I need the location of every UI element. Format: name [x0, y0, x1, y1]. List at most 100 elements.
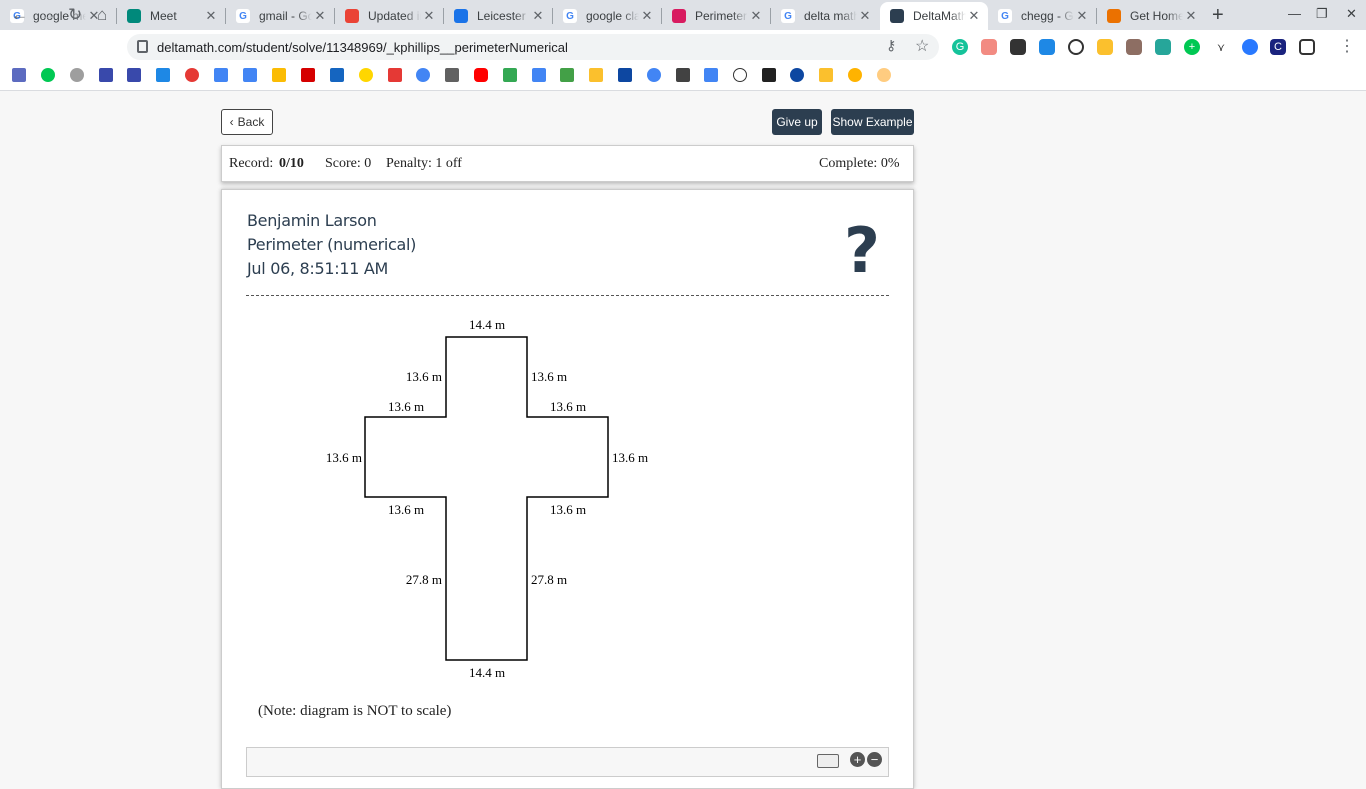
key-icon[interactable]: ⚷	[886, 37, 896, 54]
bookmark-icon[interactable]	[733, 68, 747, 82]
bookmark-icon[interactable]	[589, 68, 603, 82]
browser-tab[interactable]: Ggmail - Go ✕	[226, 2, 334, 30]
browser-tab[interactable]: Leicester P✕	[444, 2, 552, 30]
complete-text: Complete: 0%	[819, 156, 900, 171]
bookmark-icon[interactable]	[359, 68, 373, 82]
extension-icon[interactable]	[1039, 39, 1055, 55]
bookmark-icon[interactable]	[877, 68, 891, 82]
tab-close-icon[interactable]: ✕	[203, 8, 219, 24]
side-label-top: 14.4 m	[469, 317, 505, 332]
zoom-in-icon[interactable]: +	[850, 752, 865, 767]
extension-icon[interactable]	[981, 39, 997, 55]
url-text[interactable]: deltamath.com/student/solve/11348969/_kp…	[157, 40, 568, 55]
bookmark-icon[interactable]	[41, 68, 55, 82]
back-button[interactable]: ‹ Back	[221, 109, 273, 135]
browser-tab[interactable]: DeltaMath ✕	[880, 2, 988, 30]
bookmark-icon[interactable]	[819, 68, 833, 82]
bookmark-icon[interactable]	[185, 68, 199, 82]
bookmark-icon[interactable]	[503, 68, 517, 82]
extension-icon[interactable]	[1126, 39, 1142, 55]
problem-topic: Perimeter (numerical)	[247, 235, 417, 254]
close-window-icon[interactable]: ✕	[1346, 6, 1357, 22]
browser-tab[interactable]: Ggoogle cla ✕	[553, 2, 661, 30]
browser-tab[interactable]: Meet ✕	[117, 2, 225, 30]
extension-icon[interactable]	[1010, 39, 1026, 55]
side-label-arm-left: 13.6 m	[326, 450, 362, 465]
tab-close-icon[interactable]: ✕	[639, 8, 655, 24]
help-question-icon[interactable]: ?	[844, 214, 880, 287]
keyboard-icon[interactable]	[817, 754, 839, 768]
bookmark-icon[interactable]	[214, 68, 228, 82]
tab-close-icon[interactable]: ✕	[857, 8, 873, 24]
chegg-icon	[1107, 9, 1121, 23]
browser-tab[interactable]: Gchegg - Go✕	[988, 2, 1096, 30]
home-icon[interactable]: ⌂	[97, 5, 107, 25]
browser-tab[interactable]: Gdelta math ✕	[771, 2, 879, 30]
menu-icon[interactable]: ⋮	[1339, 36, 1355, 56]
forward-arrow-icon[interactable]: →	[39, 5, 56, 25]
bookmark-icon[interactable]	[647, 68, 661, 82]
tab-title: chegg - Go	[1021, 9, 1074, 23]
extension-icon[interactable]: C	[1270, 39, 1286, 55]
page-info-icon[interactable]	[137, 40, 148, 53]
bookmark-icon[interactable]	[301, 68, 315, 82]
bookmark-icon[interactable]	[532, 68, 546, 82]
plus-extension-icon[interactable]: +	[1184, 39, 1200, 55]
bookmark-icon[interactable]	[416, 68, 430, 82]
side-label-upper-left: 13.6 m	[406, 369, 442, 384]
crosshair-icon[interactable]	[1068, 39, 1084, 55]
browser-tab[interactable]: Get Home ✕	[1097, 2, 1205, 30]
bookmark-icon[interactable]	[99, 68, 113, 82]
tab-close-icon[interactable]: ✕	[421, 8, 437, 24]
bookmark-icon[interactable]	[156, 68, 170, 82]
bookmark-icon[interactable]	[704, 68, 718, 82]
side-label-arm-bottom-left: 13.6 m	[388, 502, 424, 517]
grid-icon[interactable]	[1299, 39, 1315, 55]
minimize-icon[interactable]: —	[1288, 6, 1301, 21]
tab-title: gmail - Go	[259, 9, 312, 23]
tab-close-icon[interactable]: ✕	[1074, 8, 1090, 24]
show-example-button[interactable]: Show Example	[831, 109, 914, 135]
bookmark-icon[interactable]	[474, 68, 488, 82]
extension-icon[interactable]	[1155, 39, 1171, 55]
tab-close-icon[interactable]: ✕	[530, 8, 546, 24]
tab-title: DeltaMath	[913, 9, 966, 23]
new-tab-button[interactable]: +	[1212, 4, 1224, 27]
reload-icon[interactable]: ↻	[68, 5, 82, 25]
gmail-icon	[345, 9, 359, 23]
bookmark-icon[interactable]	[762, 68, 776, 82]
grammarly-icon[interactable]: G	[952, 39, 968, 55]
bookmark-icon[interactable]	[330, 68, 344, 82]
bookmark-icon[interactable]	[618, 68, 632, 82]
bookmark-icon[interactable]	[848, 68, 862, 82]
tab-close-icon[interactable]: ✕	[1183, 8, 1199, 24]
bookmark-icon[interactable]	[445, 68, 459, 82]
browser-tab[interactable]: Updated in ✕	[335, 2, 443, 30]
bookmark-icon[interactable]	[676, 68, 690, 82]
tab-close-icon[interactable]: ✕	[748, 8, 764, 24]
browser-tab[interactable]: Perimeter ✕	[662, 2, 770, 30]
bookmark-icon[interactable]	[560, 68, 574, 82]
zoom-out-icon[interactable]: −	[867, 752, 882, 767]
chevron-left-icon: ‹	[229, 115, 234, 129]
restore-icon[interactable]: ❐	[1316, 6, 1328, 22]
tab-close-icon[interactable]: ✕	[312, 8, 328, 24]
bookmark-icon[interactable]	[272, 68, 286, 82]
back-arrow-icon[interactable]: ←	[11, 5, 28, 25]
bookmark-icon[interactable]	[388, 68, 402, 82]
give-up-button[interactable]: Give up	[772, 109, 822, 135]
cross-diagram: 14.4 m 13.6 m 13.6 m 13.6 m 13.6 m 13.6 …	[326, 317, 648, 680]
bookmark-icon[interactable]	[12, 68, 26, 82]
extension-icon[interactable]	[1242, 39, 1258, 55]
extension-icon[interactable]	[1097, 39, 1113, 55]
bird-icon[interactable]: ⋎	[1213, 39, 1229, 55]
bookmark-icon[interactable]	[790, 68, 804, 82]
calendar-icon	[454, 9, 468, 23]
answer-input-area[interactable]: + −	[246, 747, 889, 777]
penalty-text: Penalty: 1 off	[386, 156, 462, 171]
bookmark-icon[interactable]	[243, 68, 257, 82]
bookmark-icon[interactable]	[70, 68, 84, 82]
tab-close-icon[interactable]: ✕	[966, 8, 982, 24]
bookmark-star-icon[interactable]: ☆	[915, 36, 929, 56]
bookmark-icon[interactable]	[127, 68, 141, 82]
